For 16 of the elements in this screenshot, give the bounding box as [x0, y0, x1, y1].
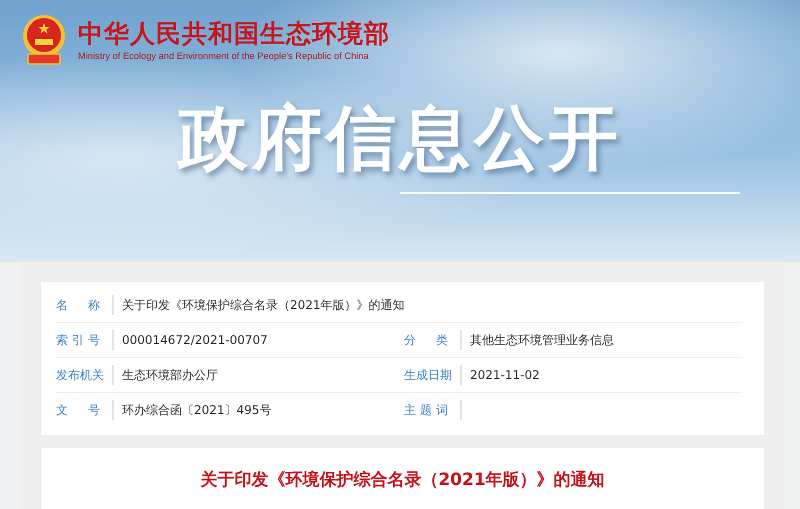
field-value: 关于印发《环境保护综合名录（2021年版）》的通知: [122, 296, 405, 314]
field-label: 分 类: [404, 332, 448, 348]
banner-title: 政府信息公开: [178, 96, 622, 180]
field-label: 主 题 词: [404, 402, 448, 418]
article-title: 关于印发《环境保护综合名录（2021年版）》的通知: [200, 469, 605, 491]
ministry-name-english: Ministry of Ecology and Environment of the People's Republic of China: [78, 51, 370, 61]
field-value: 000014672/2021-00707: [122, 333, 268, 347]
ministry-name-chinese: 中华人民共和国生态环境部: [78, 19, 390, 49]
field-label: 索 引 号: [56, 332, 100, 348]
field-value: 其他生态环境管理业务信息: [470, 332, 614, 348]
field-label: 名 称: [56, 296, 100, 314]
national-emblem-icon: [20, 14, 68, 66]
field-value: 环办综合函〔2021〕495号: [122, 402, 272, 418]
field-value: 生态环境部办公厅: [122, 366, 218, 384]
field-label: 文 号: [56, 402, 100, 418]
field-value: 2021-11-02: [470, 368, 540, 382]
